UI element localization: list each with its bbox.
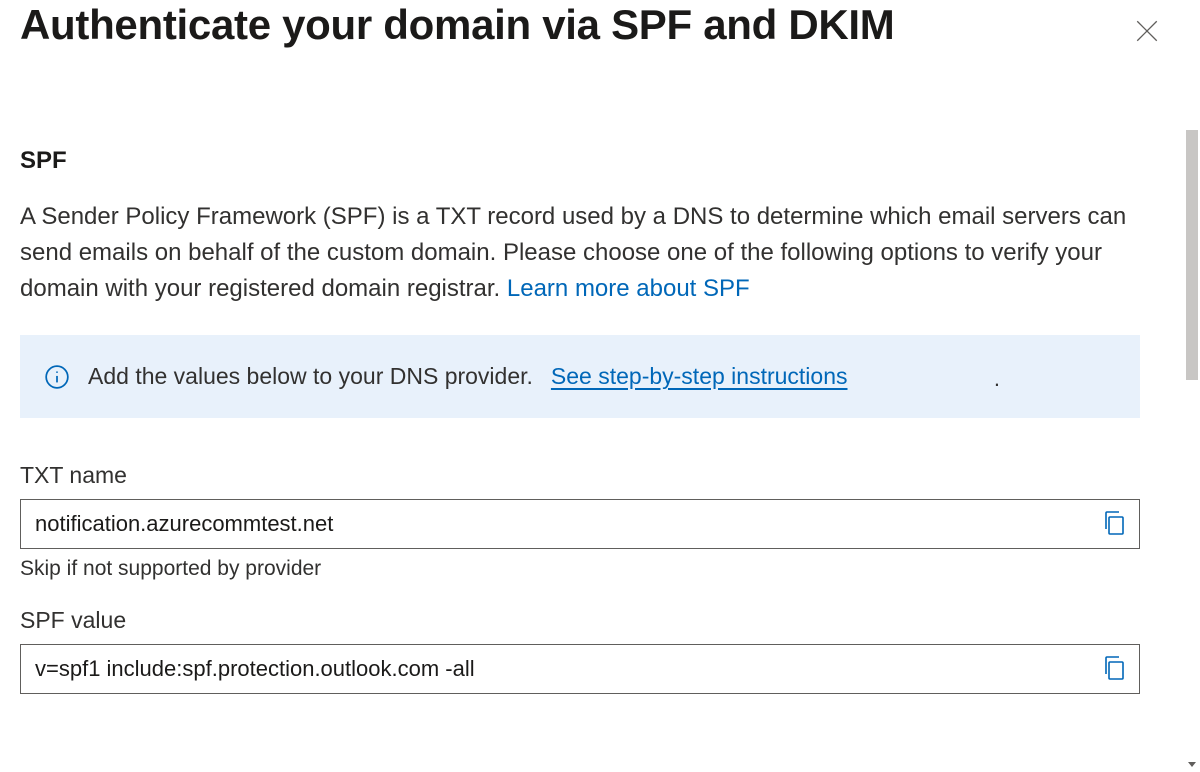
close-icon	[1134, 32, 1160, 47]
spf-value-label: SPF value	[20, 607, 1140, 634]
learn-more-spf-link[interactable]: Learn more about SPF	[507, 275, 750, 302]
scrollbar[interactable]	[1184, 0, 1200, 772]
authenticate-domain-panel: Authenticate your domain via SPF and DKI…	[0, 0, 1200, 772]
copy-txt-name-button[interactable]	[1089, 500, 1139, 548]
info-icon	[44, 364, 70, 390]
spf-value-row	[20, 644, 1140, 694]
info-banner: Add the values below to your DNS provide…	[20, 335, 1140, 418]
txt-name-helper: Skip if not supported by provider	[20, 557, 1140, 581]
close-button[interactable]	[1124, 8, 1170, 57]
txt-name-input[interactable]	[21, 500, 1089, 548]
spf-section-heading: SPF	[20, 147, 1140, 175]
spf-description: A Sender Policy Framework (SPF) is a TXT…	[20, 199, 1140, 307]
scroll-arrow-down-icon[interactable]	[1186, 758, 1198, 770]
scrollbar-thumb[interactable]	[1186, 130, 1198, 380]
panel-title: Authenticate your domain via SPF and DKI…	[20, 0, 894, 50]
copy-icon	[1102, 655, 1126, 684]
txt-name-row	[20, 499, 1140, 549]
txt-name-label: TXT name	[20, 462, 1140, 489]
copy-spf-value-button[interactable]	[1089, 645, 1139, 693]
copy-icon	[1102, 510, 1126, 539]
spf-value-input[interactable]	[21, 645, 1089, 693]
step-by-step-link[interactable]: See step-by-step instructions	[551, 363, 848, 390]
info-banner-dot: .	[994, 366, 1000, 392]
info-banner-text: Add the values below to your DNS provide…	[88, 363, 533, 390]
